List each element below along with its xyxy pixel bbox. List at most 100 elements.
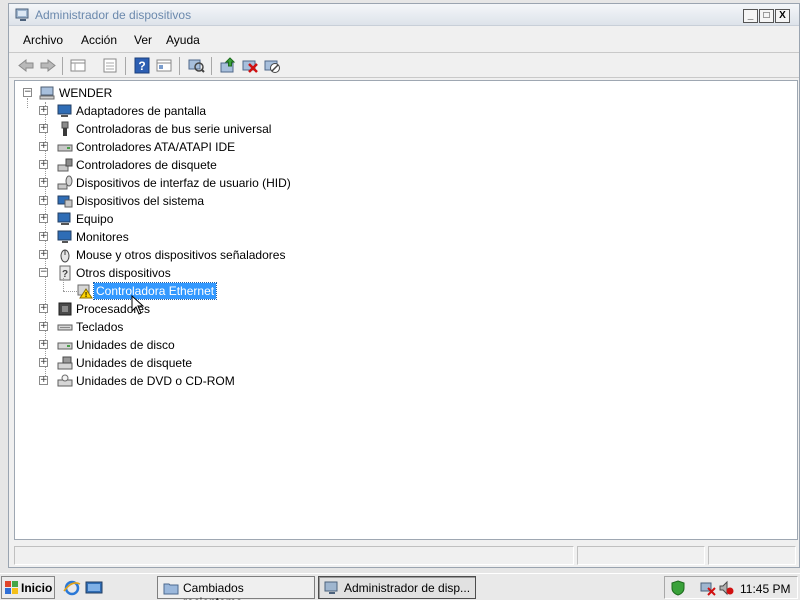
menu-ayuda[interactable]: Ayuda xyxy=(166,33,200,47)
expand-toggle[interactable]: + xyxy=(39,340,48,349)
tree-item-label: Adaptadores de pantalla xyxy=(76,104,207,118)
status-pane-main xyxy=(14,546,574,565)
internet-explorer-icon[interactable] xyxy=(63,579,81,597)
tree-item-label: Controladoras de bus serie universal xyxy=(76,122,272,136)
show-desktop-icon[interactable] xyxy=(85,579,103,597)
up-icon[interactable] xyxy=(69,57,87,74)
title-bar[interactable]: Administrador de dispositivos _ □ X xyxy=(9,4,799,26)
expand-toggle[interactable]: + xyxy=(39,106,48,115)
warning-device-icon: ! xyxy=(77,284,93,299)
toolbar: ? xyxy=(9,52,799,78)
tree-item-label: Otros dispositivos xyxy=(76,266,171,280)
toolbar-separator xyxy=(211,57,212,75)
forward-icon[interactable] xyxy=(39,57,57,74)
clock: 11:45 PM xyxy=(740,582,791,596)
view-icon[interactable] xyxy=(155,57,173,74)
device-manager-icon xyxy=(15,8,29,21)
toolbar-separator xyxy=(62,57,63,75)
start-button[interactable]: Inicio xyxy=(1,576,55,599)
menu-archivo[interactable]: Archivo xyxy=(23,33,63,47)
tree-line xyxy=(63,278,64,291)
volume-muted-icon[interactable] xyxy=(718,580,734,596)
device-manager-icon xyxy=(324,581,338,594)
maximize-button[interactable]: □ xyxy=(759,9,774,23)
expand-toggle[interactable]: + xyxy=(39,124,48,133)
tree-line xyxy=(27,98,28,108)
tree-item-label: Equipo xyxy=(76,212,114,226)
expand-toggle[interactable]: + xyxy=(39,214,48,223)
expand-toggle[interactable]: + xyxy=(39,178,48,187)
ide-icon xyxy=(57,144,73,152)
tree-item-label: Controladora Ethernet xyxy=(92,282,218,300)
disable-icon[interactable] xyxy=(263,57,281,74)
disk-drive-icon xyxy=(57,342,73,350)
close-button[interactable]: X xyxy=(775,9,790,23)
help-icon[interactable]: ? xyxy=(133,57,151,74)
uninstall-icon[interactable] xyxy=(241,57,259,74)
menu-bar: Archivo Acción Ver Ayuda xyxy=(9,30,799,50)
taskbar-button-label: Administrador de disp... xyxy=(344,581,471,595)
taskbar: Inicio Cambiados recienteme... Administr… xyxy=(0,573,800,600)
expand-toggle[interactable]: + xyxy=(39,232,48,241)
status-bar xyxy=(14,544,798,566)
update-driver-icon[interactable] xyxy=(219,57,237,74)
tree-item-label: Unidades de DVD o CD-ROM xyxy=(76,374,235,388)
menu-ver[interactable]: Ver xyxy=(134,33,152,47)
expand-toggle[interactable]: + xyxy=(39,196,48,205)
tree-item-label: Dispositivos del sistema xyxy=(76,194,205,208)
dvd-drive-icon xyxy=(57,374,73,387)
status-pane xyxy=(577,546,705,565)
mouse-icon xyxy=(60,249,70,263)
expand-toggle[interactable]: + xyxy=(39,322,48,331)
start-label: Inicio xyxy=(21,581,53,595)
windows-logo-icon xyxy=(5,581,18,594)
back-icon[interactable] xyxy=(17,57,35,74)
tree-item-label: Dispositivos de interfaz de usuario (HID… xyxy=(76,176,291,190)
menu-accion[interactable]: Acción xyxy=(81,33,117,47)
taskbar-button-device-manager[interactable]: Administrador de disp... xyxy=(318,576,476,599)
taskbar-button-label: Cambiados recienteme... xyxy=(183,581,252,600)
folder-icon xyxy=(163,583,179,595)
collapse-toggle[interactable]: − xyxy=(39,268,48,277)
monitor-icon xyxy=(57,230,72,243)
window-title: Administrador de dispositivos xyxy=(35,8,192,22)
system-device-icon xyxy=(57,195,73,208)
unknown-device-icon: ? xyxy=(59,265,71,281)
display-adapter-icon xyxy=(57,104,72,117)
toolbar-separator xyxy=(125,57,126,75)
tree-item-label: Controladores ATA/ATAPI IDE xyxy=(76,140,236,154)
properties-icon[interactable] xyxy=(101,57,119,74)
mouse-cursor-icon xyxy=(131,295,145,315)
scan-hardware-icon[interactable] xyxy=(187,57,205,74)
tree-root-label: WENDER xyxy=(59,86,113,100)
computer-icon xyxy=(39,86,55,100)
hid-icon xyxy=(57,175,73,190)
keyboard-icon xyxy=(57,324,73,331)
expand-toggle[interactable]: + xyxy=(39,358,48,367)
computer-icon xyxy=(57,212,71,225)
svg-text:?: ? xyxy=(138,59,145,73)
toolbar-separator xyxy=(179,57,180,75)
floppy-controller-icon xyxy=(57,158,73,172)
processor-icon xyxy=(58,302,72,316)
tree-item-label: Unidades de disco xyxy=(76,338,175,352)
network-disconnected-icon[interactable] xyxy=(700,580,716,596)
device-manager-window: Administrador de dispositivos _ □ X Arch… xyxy=(8,3,800,568)
status-pane xyxy=(708,546,796,565)
floppy-drive-icon xyxy=(57,356,73,370)
expand-toggle[interactable]: + xyxy=(39,376,48,385)
expand-toggle[interactable]: + xyxy=(39,250,48,259)
tree-item-label: Monitores xyxy=(76,230,129,244)
tree-line xyxy=(63,291,77,292)
collapse-toggle[interactable]: − xyxy=(23,88,32,97)
expand-toggle[interactable]: + xyxy=(39,304,48,313)
minimize-button[interactable]: _ xyxy=(743,9,758,23)
tree-item-label: Mouse y otros dispositivos señaladores xyxy=(76,248,286,262)
expand-toggle[interactable]: + xyxy=(39,142,48,151)
tree-item-label: Teclados xyxy=(76,320,124,334)
taskbar-button-cambiados[interactable]: Cambiados recienteme... xyxy=(157,576,315,600)
usb-icon xyxy=(61,121,69,136)
system-tray: 11:45 PM xyxy=(664,576,798,599)
expand-toggle[interactable]: + xyxy=(39,160,48,169)
security-shield-icon[interactable] xyxy=(670,580,686,596)
